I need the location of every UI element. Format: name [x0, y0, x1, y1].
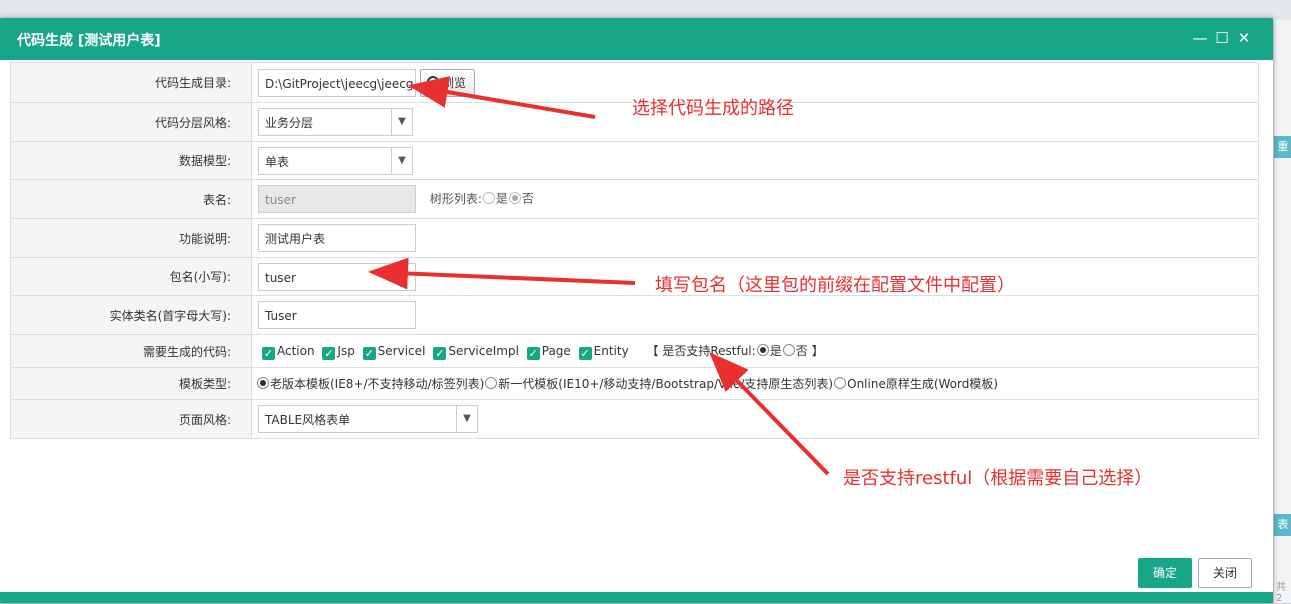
- data-model-label: 数据模型:: [10, 141, 252, 180]
- confirm-button[interactable]: 确定: [1138, 558, 1192, 588]
- package-name-input[interactable]: tuser: [258, 262, 416, 291]
- template-online-label: Online原样生成(Word模板): [847, 377, 999, 391]
- tree-list-no-radio[interactable]: [508, 191, 521, 204]
- generate-entity-label: Entity: [593, 344, 629, 358]
- search-icon: [427, 75, 439, 88]
- generate-jsp-label: Jsp: [337, 344, 355, 358]
- template-old-radio[interactable]: [257, 377, 269, 389]
- check-icon[interactable]: ✓: [526, 347, 540, 360]
- form-row-data-model: 数据模型: 单表 ▼: [10, 141, 1259, 180]
- entity-name-input[interactable]: Tuser: [258, 301, 416, 329]
- restful-bracket: 】: [811, 344, 824, 358]
- tree-list-yes-radio[interactable]: [482, 191, 495, 204]
- template-new-label: 新一代模板(IE10+/移动支持/Bootstrap/Vue/支持原生态列表): [498, 377, 834, 391]
- form-row-entity-name: 实体类名(首字母大写): Tuser: [10, 295, 1259, 335]
- tree-list-label: 树形列表:: [429, 191, 482, 206]
- template-online-radio[interactable]: [834, 377, 847, 389]
- minimize-icon[interactable]: —: [1190, 27, 1210, 49]
- form-row-page-style: 页面风格: TABLE风格表单 ▼: [10, 399, 1259, 439]
- form-row-table-name: 表名: tuser 树形列表: 是否: [10, 179, 1259, 219]
- check-icon[interactable]: ✓: [578, 347, 592, 360]
- template-type-label: 模板类型:: [10, 367, 252, 400]
- close-icon[interactable]: ✕: [1234, 27, 1254, 49]
- maximize-icon[interactable]: ☐: [1212, 27, 1232, 49]
- output-dir-label: 代码生成目录:: [10, 62, 252, 103]
- generate-page-label: Page: [541, 344, 571, 358]
- close-button[interactable]: 关闭: [1198, 558, 1252, 588]
- bottom-bar: [0, 592, 1273, 603]
- check-icon[interactable]: ✓: [322, 347, 336, 360]
- data-model-select[interactable]: 单表 ▼: [258, 146, 413, 175]
- page-style-value: TABLE风格表单: [265, 413, 351, 427]
- table-name-label: 表名:: [10, 179, 252, 219]
- background-window-edge: 重 表 共 2: [1273, 20, 1291, 604]
- layer-style-value: 业务分层: [265, 116, 314, 130]
- layer-style-select[interactable]: 业务分层 ▼: [258, 108, 413, 136]
- generate-servicei-label: ServiceI: [377, 344, 426, 358]
- generate-code-label: 需要生成的代码:: [10, 334, 252, 368]
- restful-label: 【 是否支持Restful:: [646, 344, 756, 358]
- annotation-path: 选择代码生成的路径: [632, 98, 794, 119]
- tree-list-no-label: 否: [521, 191, 534, 206]
- description-input[interactable]: 测试用户表: [258, 224, 416, 252]
- layer-style-label: 代码分层风格:: [10, 102, 252, 142]
- form-row-generate-code: 需要生成的代码: ✓ Action ✓ Jsp ✓ ServiceI ✓ Service…: [10, 334, 1259, 368]
- form-row-package-name: 包名(小写): tuser: [10, 257, 1259, 296]
- background-fragment: 表: [1274, 514, 1291, 536]
- dialog-titlebar: 代码生成 [测试用户表] — ☐ ✕: [0, 18, 1273, 60]
- annotation-restful: 是否支持restful（根据需要自己选择）: [843, 468, 1153, 489]
- browse-button-label: 浏览: [442, 75, 467, 90]
- data-model-value: 单表: [265, 154, 290, 169]
- browse-button[interactable]: 浏览: [420, 68, 476, 97]
- form-row-description: 功能说明: 测试用户表: [10, 218, 1259, 258]
- page-style-label: 页面风格:: [10, 399, 252, 439]
- generate-serviceimpl-label: ServiceImpl: [448, 344, 519, 358]
- background-fragment-text: 共 2: [1276, 582, 1286, 604]
- chevron-down-icon: ▼: [456, 406, 477, 432]
- check-icon[interactable]: ✓: [433, 347, 447, 360]
- background-fragment: 重: [1274, 136, 1291, 158]
- entity-name-label: 实体类名(首字母大写):: [10, 295, 252, 335]
- restful-yes-label: 是: [769, 344, 782, 358]
- package-name-label: 包名(小写):: [10, 257, 252, 296]
- tree-list-yes-label: 是: [495, 191, 508, 206]
- dialog-title: 代码生成 [测试用户表]: [17, 33, 161, 49]
- check-icon[interactable]: ✓: [362, 347, 376, 360]
- page-style-select[interactable]: TABLE风格表单 ▼: [258, 405, 478, 433]
- description-label: 功能说明:: [10, 218, 252, 258]
- template-new-radio[interactable]: [485, 377, 498, 389]
- table-name-input[interactable]: tuser: [258, 185, 416, 213]
- restful-yes-radio[interactable]: [756, 344, 769, 356]
- restful-no-radio[interactable]: [782, 344, 795, 356]
- generate-action-label: Action: [277, 344, 315, 358]
- form-row-template-type: 模板类型: 老版本模板(IE8+/不支持移动/标签列表) 新一代模板(IE10+/…: [10, 367, 1259, 400]
- chevron-down-icon: ▼: [391, 109, 412, 135]
- output-dir-input[interactable]: D:\GitProject\jeecg\jeecg: [258, 68, 416, 97]
- template-old-label: 老版本模板(IE8+/不支持移动/标签列表): [270, 377, 485, 391]
- annotation-package: 填写包名（这里包的前缀在配置文件中配置）: [655, 275, 1015, 296]
- restful-no-label: 否: [795, 344, 808, 358]
- chevron-down-icon: ▼: [391, 147, 412, 174]
- check-icon[interactable]: ✓: [262, 347, 275, 360]
